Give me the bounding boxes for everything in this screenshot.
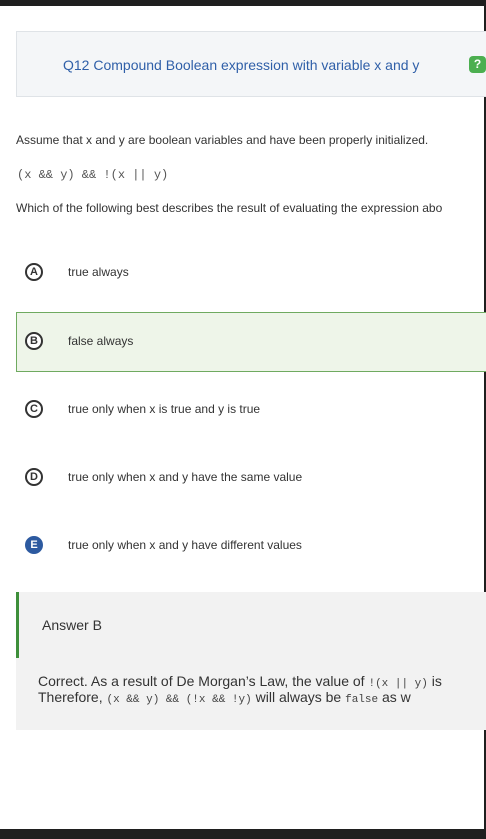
bottom-bar [0,829,486,839]
answer-line2-suffix: as w [378,689,411,705]
answer-line2-prefix: Therefore, [38,689,107,705]
question-intro: Assume that x and y are boolean variable… [16,133,429,147]
answer-accent-bar [16,592,19,658]
top-bar [0,0,486,6]
option-a[interactable]: A true always [16,243,486,303]
option-e-badge: E [25,536,43,554]
answer-line2-code1: (x && y) && (!x && !y) [106,694,252,706]
option-d-text: true only when x and y have the same val… [68,470,303,484]
option-e-text: true only when x and y have different va… [68,538,302,552]
option-e[interactable]: E true only when x and y have different … [16,516,486,576]
question-title: Q12 Compound Boolean expression with var… [63,57,420,73]
option-b[interactable]: B false always [16,312,486,372]
option-d-badge: D [25,468,43,486]
option-c-text: true only when x is true and y is true [68,402,261,416]
answer-panel: Answer B Correct. As a result of De Morg… [16,592,486,730]
option-c-badge: C [25,400,43,418]
question-header: Q12 Compound Boolean expression with var… [16,31,486,97]
question-code: (x && y) && !(x || y) [17,168,169,182]
answer-line2-code2: false [345,694,379,706]
option-d[interactable]: D true only when x and y have the same v… [16,448,486,508]
help-icon[interactable]: ? [469,56,486,73]
answer-title: Answer B [42,617,102,633]
answer-explanation-line2: Therefore, (x && y) && (!x && !y) will a… [38,689,411,706]
answer-explanation-line1: Correct. As a result of De Morgan’s Law,… [38,673,442,690]
answer-line1-prefix: Correct. As a result of De Morgan’s Law,… [38,673,369,689]
option-c[interactable]: C true only when x is true and y is true [16,380,486,440]
option-a-badge: A [25,263,43,281]
option-b-badge: B [25,332,43,350]
answer-line1-suffix: is [427,673,442,689]
option-b-text: false always [68,334,134,348]
answer-line2-mid: will always be [251,689,346,705]
option-a-text: true always [68,265,129,279]
question-prompt: Which of the following best describes th… [16,201,443,215]
